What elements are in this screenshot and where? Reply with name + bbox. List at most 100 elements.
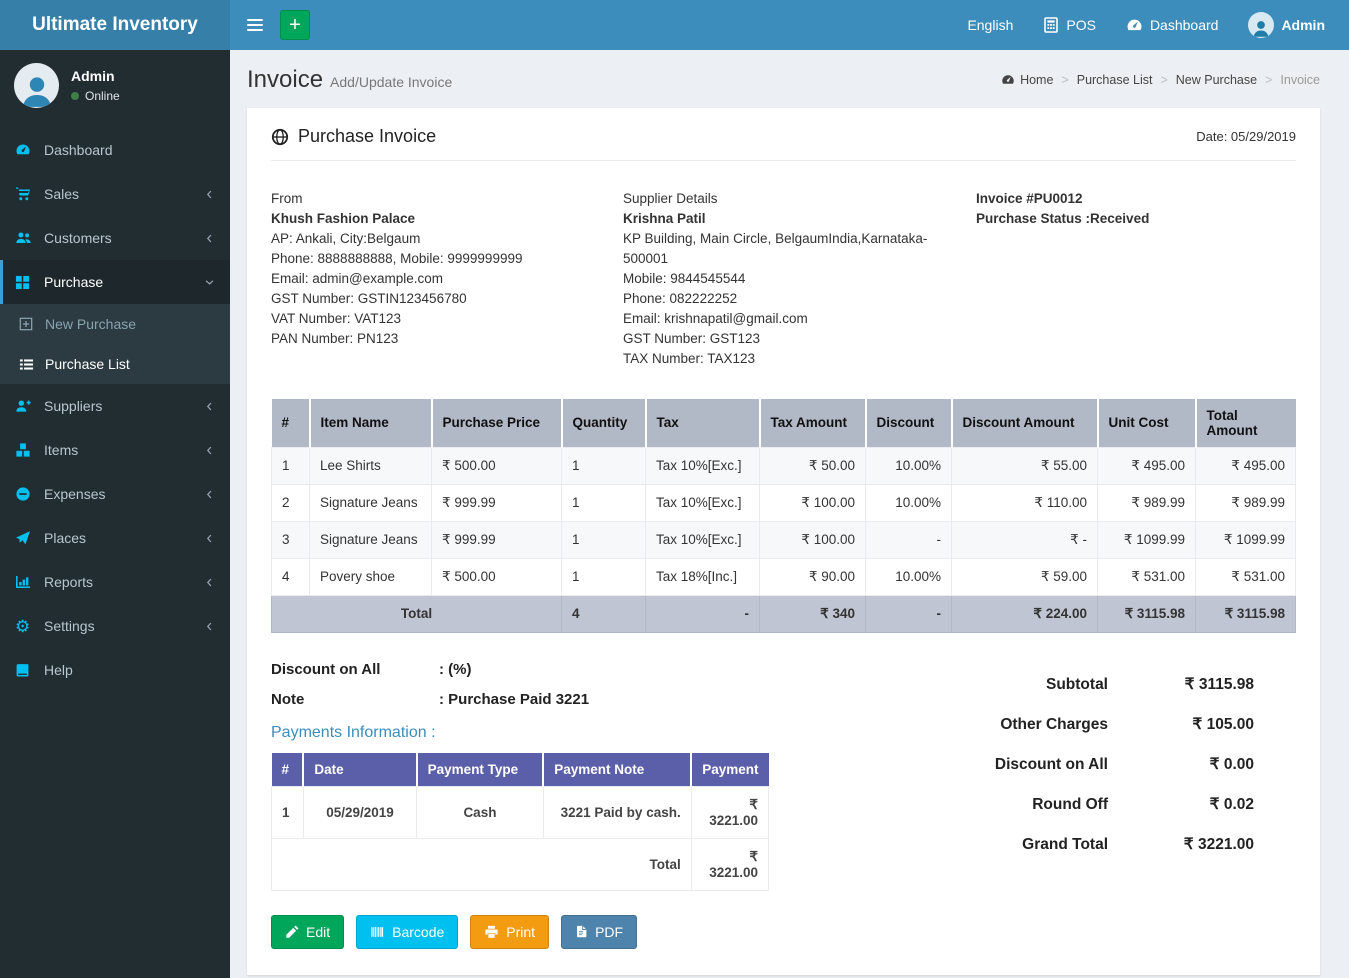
quick-add-button[interactable]: + xyxy=(280,10,310,40)
cubes-icon xyxy=(15,442,44,458)
dashboard-link[interactable]: Dashboard xyxy=(1126,17,1218,34)
supplier-name: Krishna Patil xyxy=(623,210,706,226)
breadcrumb-new-purchase[interactable]: New Purchase xyxy=(1176,73,1257,87)
chevron-left-icon xyxy=(204,233,215,244)
sidebar-item-reports[interactable]: Reports xyxy=(0,560,230,604)
discount-on-all-row: Discount on All : (%) xyxy=(271,660,472,678)
purchase-invoice-card: Purchase Invoice Date: 05/29/2019 From K… xyxy=(247,108,1320,975)
chevron-left-icon xyxy=(204,621,215,632)
sidebar-item-expenses[interactable]: Expenses xyxy=(0,472,230,516)
home-icon xyxy=(1001,73,1015,87)
admin-user-menu[interactable]: Admin xyxy=(1248,12,1325,38)
sidebar-item-dashboard[interactable]: Dashboard xyxy=(0,128,230,172)
avatar xyxy=(1248,12,1275,38)
supplier-block: Supplier Details Krishna Patil KP Buildi… xyxy=(623,189,976,369)
minus-circle-icon xyxy=(15,486,44,502)
invoice-items-table: # Item Name Purchase Price Quantity Tax … xyxy=(271,398,1296,633)
card-title: Purchase Invoice xyxy=(271,126,436,147)
table-row: 3 Signature Jeans ₹ 999.99 1 Tax 10%[Exc… xyxy=(271,520,1296,559)
bar-chart-icon xyxy=(15,574,44,590)
purchase-status: Purchase Status :Received xyxy=(976,210,1150,226)
invoice-number: Invoice #PU0012 xyxy=(976,191,1083,206)
page-subtitle: Add/Update Invoice xyxy=(330,74,453,90)
sidebar-toggle-button[interactable] xyxy=(230,19,280,31)
summary-discount-on-all: Discount on All ₹ 0.00 xyxy=(994,755,1254,774)
invoice-meta-block: Invoice #PU0012 Purchase Status :Receive… xyxy=(976,189,1296,369)
navbar-right-menu: English POS Dashboard Admin xyxy=(967,12,1349,38)
payments-information-title: Payments Information : xyxy=(271,723,436,741)
items-table-header-row: # Item Name Purchase Price Quantity Tax … xyxy=(271,398,1296,448)
purchase-submenu: New Purchase Purchase List xyxy=(0,304,230,384)
sidebar-item-help[interactable]: Help xyxy=(0,648,230,692)
chevron-left-icon xyxy=(204,189,215,200)
chevron-left-icon xyxy=(204,533,215,544)
sidebar-item-purchase-list[interactable]: Purchase List xyxy=(0,344,230,384)
action-buttons: Edit Barcode Print PDF xyxy=(271,914,791,949)
user-panel: Admin Online xyxy=(0,50,230,120)
user-status: Online xyxy=(71,89,120,103)
print-button[interactable]: Print xyxy=(470,914,550,949)
edit-icon xyxy=(285,925,299,939)
list-icon xyxy=(19,357,45,372)
sidebar-item-items[interactable]: Items xyxy=(0,428,230,472)
calculator-icon xyxy=(1043,17,1059,33)
plus-icon: + xyxy=(289,14,301,36)
sidebar-item-purchase[interactable]: Purchase xyxy=(0,260,230,304)
sidebar-item-places[interactable]: Places xyxy=(0,516,230,560)
grid-icon xyxy=(15,275,44,290)
payments-table: # Date Payment Type Payment Note Payment xyxy=(271,752,770,891)
invoice-date: Date: 05/29/2019 xyxy=(1196,129,1296,144)
breadcrumb-purchase-list[interactable]: Purchase List xyxy=(1077,73,1153,87)
items-total-row: Total 4 - ₹ 340 - ₹ 224.00 ₹ 3115.98 ₹ 3… xyxy=(271,594,1296,633)
language-menu[interactable]: English xyxy=(967,17,1013,33)
book-icon xyxy=(15,663,44,678)
top-bar: Ultimate Inventory + English POS Dashboa… xyxy=(0,0,1349,50)
summary-subtotal: Subtotal ₹ 3115.98 xyxy=(1046,675,1254,694)
breadcrumb-invoice: Invoice xyxy=(1280,73,1320,87)
dashboard-icon xyxy=(15,142,44,158)
app-window: Ultimate Inventory + English POS Dashboa… xyxy=(0,0,1349,978)
invoice-parties: From Khush Fashion Palace AP: Ankali, Ci… xyxy=(271,189,1296,369)
payments-total-row: Total ₹ 3221.00 xyxy=(271,837,770,891)
payments-table-header-row: # Date Payment Type Payment Note Payment xyxy=(271,752,769,787)
gears-icon: ⚙ xyxy=(15,616,31,636)
paper-plane-icon xyxy=(15,530,44,546)
edit-button[interactable]: Edit xyxy=(271,914,345,949)
chevron-left-icon xyxy=(204,577,215,588)
dashboard-icon xyxy=(1126,17,1143,34)
avatar xyxy=(14,63,59,108)
plus-square-icon xyxy=(19,317,45,331)
content-header: Invoice Add/Update Invoice Home > Purchas… xyxy=(230,50,1349,94)
pdf-file-icon xyxy=(575,924,588,939)
sidebar-item-suppliers[interactable]: Suppliers xyxy=(0,384,230,428)
sidebar: Admin Online Dashboard Sales Customers P… xyxy=(0,50,230,978)
sidebar-item-customers[interactable]: Customers xyxy=(0,216,230,260)
navbar: + English POS Dashboard Admin xyxy=(230,0,1349,50)
barcode-button[interactable]: Barcode xyxy=(356,914,459,949)
company-name: Khush Fashion Palace xyxy=(271,210,416,226)
online-status-dot xyxy=(71,92,79,100)
sidebar-item-sales[interactable]: Sales xyxy=(0,172,230,216)
breadcrumb: Home > Purchase List > New Purchase > In… xyxy=(1001,73,1320,87)
summary-grand-total: Grand Total ₹ 3221.00 xyxy=(1022,835,1254,854)
breadcrumb-home[interactable]: Home xyxy=(1001,73,1053,87)
print-icon xyxy=(484,925,499,939)
pos-link[interactable]: POS xyxy=(1043,17,1096,33)
sidebar-item-new-purchase[interactable]: New Purchase xyxy=(0,304,230,344)
chevron-left-icon xyxy=(204,489,215,500)
sidebar-item-settings[interactable]: ⚙ Settings xyxy=(0,604,230,648)
summary-other-charges: Other Charges ₹ 105.00 xyxy=(1000,715,1254,734)
table-row: 1 05/29/2019 Cash 3221 Paid by cash. ₹ 3… xyxy=(271,785,770,839)
card-header: Purchase Invoice Date: 05/29/2019 xyxy=(271,126,1296,161)
table-row: 4 Povery shoe ₹ 500.00 1 Tax 18%[Inc.] ₹… xyxy=(271,557,1296,596)
summary-round-off: Round Off ₹ 0.02 xyxy=(1032,795,1254,814)
users-icon xyxy=(15,230,44,246)
chevron-left-icon xyxy=(204,401,215,412)
from-block: From Khush Fashion Palace AP: Ankali, Ci… xyxy=(271,189,623,369)
table-row: 2 Signature Jeans ₹ 999.99 1 Tax 10%[Exc… xyxy=(271,483,1296,522)
chevron-down-icon xyxy=(204,277,215,288)
pdf-button[interactable]: PDF xyxy=(561,914,638,949)
invoice-summary: Subtotal ₹ 3115.98 Other Charges ₹ 105.0… xyxy=(791,661,1296,949)
sidebar-menu: Dashboard Sales Customers Purchase New P… xyxy=(0,128,230,692)
app-logo: Ultimate Inventory xyxy=(0,0,230,50)
